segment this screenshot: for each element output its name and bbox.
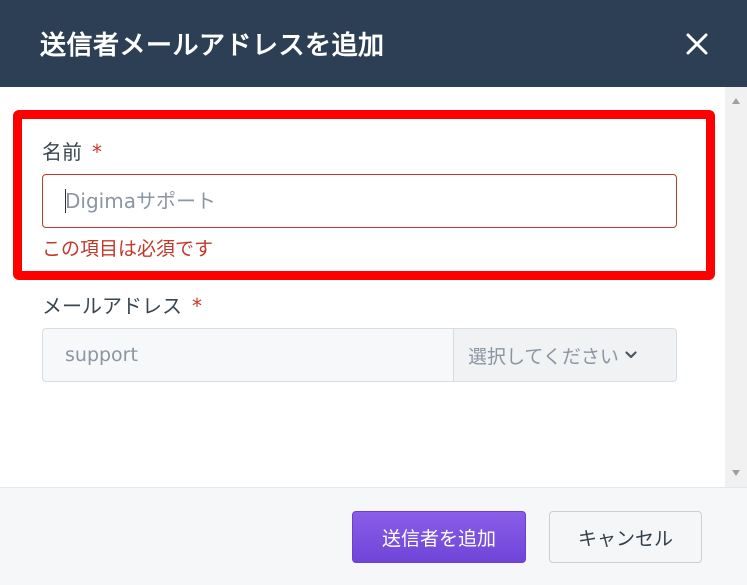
name-error-message: この項目は必須です — [42, 238, 214, 260]
scroll-down-arrow-icon — [732, 470, 740, 476]
add-sender-button[interactable]: 送信者を追加 — [352, 511, 526, 563]
email-required-mark: * — [192, 294, 202, 318]
domain-select-value: 選択してください — [468, 345, 619, 368]
name-input[interactable] — [42, 174, 677, 228]
scroll-up-arrow-icon — [732, 98, 740, 104]
email-label-text: メールアドレス — [42, 294, 182, 318]
close-button[interactable] — [677, 24, 717, 64]
chevron-down-icon — [625, 351, 637, 359]
scroll-up-button[interactable] — [725, 91, 747, 111]
email-local-part-input[interactable] — [42, 328, 453, 382]
email-input-group: 選択してください — [42, 328, 677, 382]
cancel-button[interactable]: キャンセル — [549, 511, 702, 563]
text-caret — [65, 189, 66, 213]
name-required-mark: * — [92, 140, 102, 164]
scroll-down-button[interactable] — [725, 463, 747, 483]
dialog-header: 送信者メールアドレスを追加 — [0, 0, 747, 87]
email-label: メールアドレス * — [42, 290, 202, 319]
dialog-title: 送信者メールアドレスを追加 — [40, 31, 385, 61]
close-icon — [686, 33, 708, 55]
body-scrollbar[interactable] — [725, 87, 747, 487]
name-label-text: 名前 — [42, 140, 82, 164]
email-domain-select[interactable]: 選択してください — [453, 328, 677, 382]
name-label: 名前 * — [42, 136, 102, 165]
